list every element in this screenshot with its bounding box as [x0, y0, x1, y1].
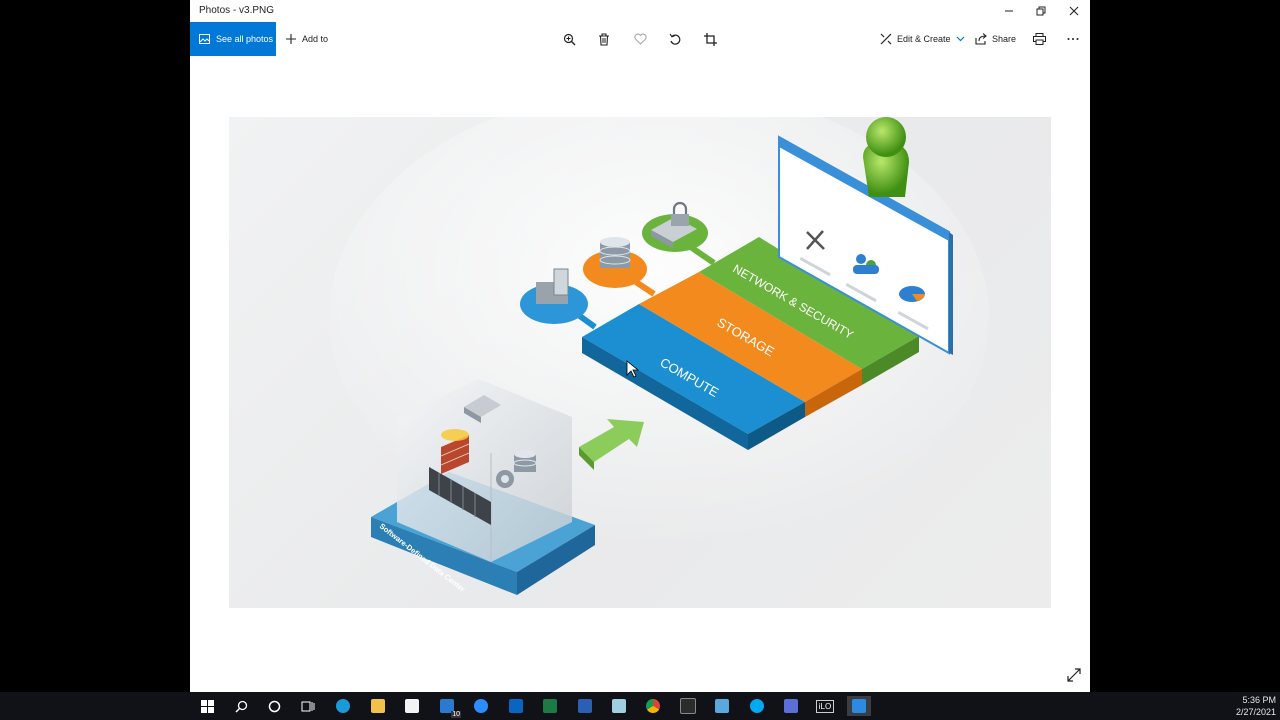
- taskbar-chrome[interactable]: [643, 696, 663, 716]
- cortana-button[interactable]: [264, 696, 284, 716]
- app-icon: [784, 699, 798, 713]
- taskbar-mail[interactable]: 10: [437, 696, 461, 718]
- restore-button[interactable]: [1025, 0, 1057, 22]
- share-label: Share: [992, 34, 1017, 44]
- crop-button[interactable]: [702, 31, 718, 47]
- ilo-icon: iLO: [815, 699, 835, 713]
- sddc-illustration: COMPUTE STORAGE NETWORK & SECURITY Softw…: [329, 117, 989, 595]
- more-button[interactable]: [1065, 31, 1081, 47]
- print-icon: [1032, 33, 1046, 45]
- store-icon: [405, 699, 419, 713]
- taskbar-remote-desktop[interactable]: [712, 696, 732, 716]
- taskbar-outlook[interactable]: [506, 696, 526, 716]
- task-view-icon: [301, 701, 315, 711]
- fullscreen-button[interactable]: [1066, 667, 1082, 683]
- taskbar-word[interactable]: [575, 696, 595, 716]
- windows-logo-icon: [200, 699, 214, 713]
- mail-badge: 10: [451, 711, 461, 718]
- outlook-icon: [509, 699, 523, 713]
- chevron-down-icon: [956, 36, 964, 42]
- photos-app-window: Photos - v3.PNG See all photos Add to Ed…: [190, 0, 1090, 692]
- notepad-icon: [612, 699, 626, 713]
- taskbar: 10 iLO 5:36 PM 2/27/2021: [0, 692, 1280, 720]
- zoom-button[interactable]: [561, 31, 577, 47]
- edit-create-icon: [880, 33, 892, 45]
- delete-button[interactable]: [596, 31, 612, 47]
- add-to-label: Add to: [302, 34, 329, 44]
- zoom-app-icon: [474, 699, 488, 713]
- database-small-icon: [513, 450, 537, 472]
- word-icon: [578, 699, 592, 713]
- share-icon: [975, 33, 987, 45]
- database-icon: [599, 237, 631, 268]
- taskbar-excel[interactable]: [540, 696, 560, 716]
- edge-icon: [336, 699, 350, 713]
- photo-viewer-image: COMPUTE STORAGE NETWORK & SECURITY Softw…: [229, 117, 1051, 608]
- taskbar-notepad[interactable]: [609, 696, 629, 716]
- gear-icon: [496, 470, 514, 488]
- remote-desktop-icon: [715, 699, 729, 713]
- task-view-button[interactable]: [298, 696, 318, 716]
- see-all-photos-button[interactable]: See all photos: [190, 22, 276, 56]
- skype-icon: [750, 699, 764, 713]
- zoom-icon: [563, 33, 575, 45]
- minimize-icon: [1005, 10, 1013, 12]
- expand-icon: [1067, 668, 1081, 682]
- restore-icon: [1036, 6, 1046, 16]
- clock-time: 5:36 PM: [1242, 695, 1276, 705]
- search-button[interactable]: [231, 696, 251, 716]
- edit-create-button[interactable]: Edit & Create: [880, 22, 965, 56]
- window-title: Photos - v3.PNG: [199, 5, 275, 16]
- see-all-photos-label: See all photos: [216, 34, 274, 44]
- taskbar-edge[interactable]: [333, 696, 353, 716]
- rotate-button[interactable]: [667, 31, 683, 47]
- search-icon: [234, 700, 247, 713]
- taskbar-terminal[interactable]: [678, 696, 698, 716]
- taskbar-file-explorer[interactable]: [368, 696, 388, 716]
- rotate-icon: [669, 33, 680, 45]
- title-bar: Photos - v3.PNG: [190, 0, 1090, 22]
- folder-icon: [371, 699, 385, 713]
- more-icon: [1067, 38, 1079, 40]
- add-to-button[interactable]: Add to: [285, 22, 328, 56]
- print-button[interactable]: [1031, 31, 1047, 47]
- taskbar-ilo[interactable]: iLO: [815, 696, 835, 716]
- excel-icon: [543, 699, 557, 713]
- taskbar-photos[interactable]: [847, 696, 871, 716]
- photos-icon: [199, 34, 210, 44]
- system-clock[interactable]: 5:36 PM 2/27/2021: [1236, 694, 1276, 718]
- close-icon: [1069, 6, 1079, 16]
- taskbar-app-2[interactable]: [781, 696, 801, 716]
- toolbar: See all photos Add to Edit & Create Shar…: [190, 22, 1090, 56]
- taskbar-zoom[interactable]: [471, 696, 491, 716]
- favorite-icon: [633, 33, 647, 45]
- photos-app-icon: [852, 699, 866, 713]
- terminal-icon: [680, 698, 696, 714]
- edit-create-label: Edit & Create: [897, 34, 951, 44]
- favorite-button[interactable]: [632, 31, 648, 47]
- crop-icon: [703, 32, 717, 46]
- plus-icon: [286, 34, 296, 44]
- minimize-button[interactable]: [993, 0, 1025, 22]
- pie-chart-icon: [899, 286, 925, 302]
- share-button[interactable]: Share: [975, 22, 1016, 56]
- user-avatar-figure: [863, 117, 909, 197]
- delete-icon: [599, 32, 609, 46]
- chrome-icon: [646, 699, 660, 713]
- start-button[interactable]: [197, 696, 217, 716]
- taskbar-skype[interactable]: [747, 696, 767, 716]
- clock-date: 2/27/2021: [1235, 707, 1276, 717]
- taskbar-store[interactable]: [402, 696, 422, 716]
- cortana-icon: [268, 700, 280, 712]
- close-button[interactable]: [1058, 0, 1090, 22]
